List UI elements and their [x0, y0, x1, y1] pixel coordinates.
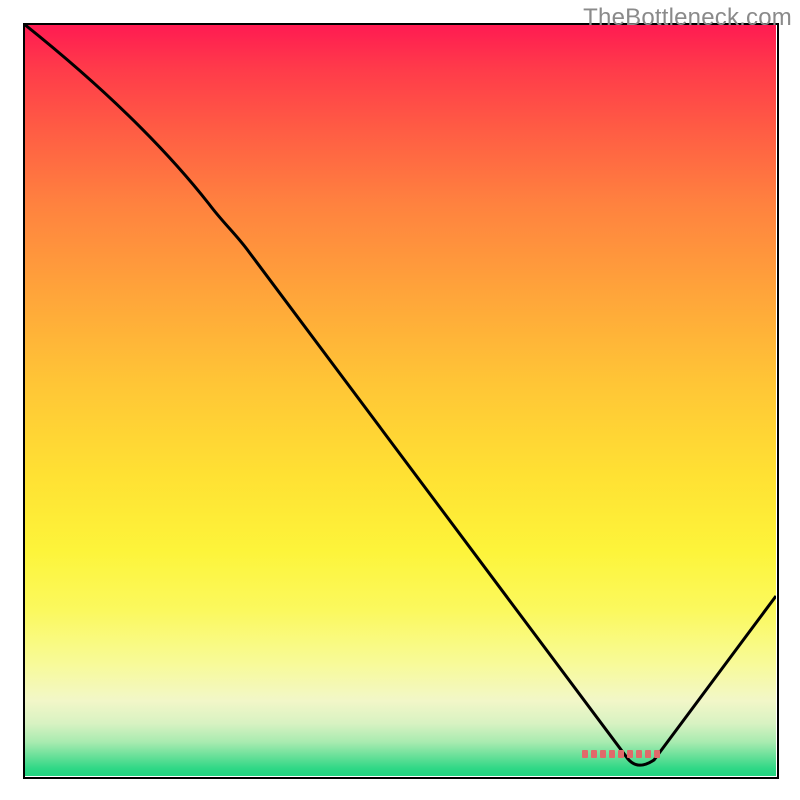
marker-tick: [627, 750, 633, 758]
chart-line: [24, 24, 776, 776]
marker-tick: [645, 750, 651, 758]
marker-tick: [618, 750, 624, 758]
marker-tick: [582, 750, 588, 758]
marker-tick: [636, 750, 642, 758]
marker-tick: [591, 750, 597, 758]
marker-tick: [654, 750, 660, 758]
watermark-text: TheBottleneck.com: [583, 4, 792, 32]
curve-path: [24, 24, 776, 765]
marker-tick: [609, 750, 615, 758]
marker-tick: [600, 750, 606, 758]
optimal-range-marker: [582, 750, 660, 758]
chart-frame: [24, 24, 776, 776]
